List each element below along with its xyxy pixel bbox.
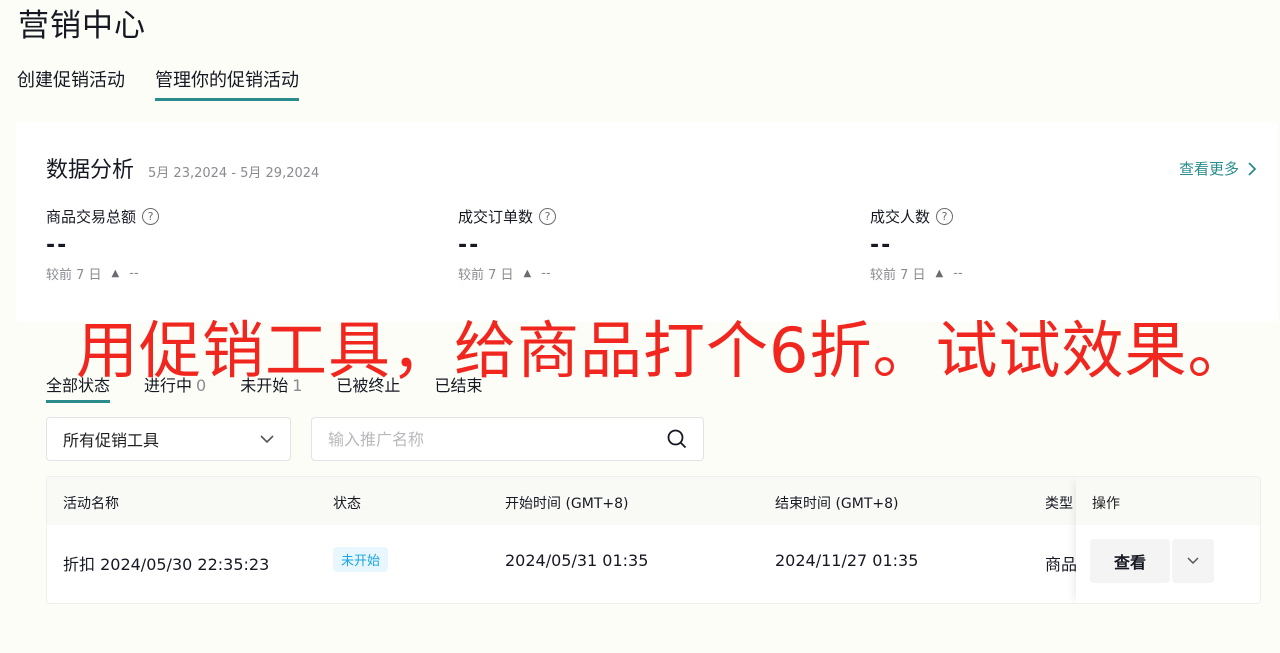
help-icon[interactable]: ? — [142, 208, 160, 225]
compare-label: 较前 7 日 — [870, 268, 926, 283]
cell-end: 2024/11/27 01:35 — [775, 551, 919, 570]
help-icon[interactable]: ? — [539, 208, 557, 225]
cell-name: 折扣 2024/05/30 22:35:23 — [63, 555, 270, 574]
col-header-type: 类型 — [1045, 496, 1073, 512]
promotion-table: 活动名称 状态 开始时间 (GMT+8) 结束时间 (GMT+8) 类型 折扣 … — [46, 476, 1261, 604]
search-input[interactable] — [328, 429, 667, 449]
tab-manage-promotions[interactable]: 管理你的促销活动 — [155, 66, 299, 101]
compare-label: 较前 7 日 — [46, 268, 102, 283]
metric-change: -- — [129, 266, 139, 281]
cell-start: 2024/05/31 01:35 — [505, 551, 649, 570]
chevron-right-icon — [1248, 161, 1256, 176]
overlay-caption: 用促销工具，给商品打个6折。试试效果。 — [76, 314, 1251, 387]
view-more-link[interactable]: 查看更多 — [1179, 158, 1256, 179]
arrow-up-icon: ▲ — [935, 268, 944, 279]
action-column: 操作 查看 — [1076, 477, 1260, 603]
col-header-action: 操作 — [1092, 496, 1120, 512]
metric-label: 成交人数 — [870, 208, 931, 226]
metric-buyers: 成交人数? -- 较前 7 日 ▲ -- — [870, 206, 1250, 283]
analytics-title: 数据分析 — [46, 158, 135, 183]
top-tabs: 创建促销活动 管理你的促销活动 — [17, 66, 299, 101]
help-icon[interactable]: ? — [936, 208, 954, 225]
view-more-label: 查看更多 — [1178, 160, 1239, 178]
promotion-tool-select[interactable]: 所有促销工具 — [46, 417, 291, 461]
status-badge: 未开始 — [333, 547, 389, 572]
arrow-up-icon: ▲ — [111, 268, 120, 279]
analytics-date-range: 5月 23,2024 - 5月 29,2024 — [148, 166, 320, 181]
metric-value: -- — [46, 233, 69, 258]
select-value: 所有促销工具 — [63, 431, 160, 450]
search-icon[interactable] — [667, 429, 687, 449]
analytics-card: 数据分析 5月 23,2024 - 5月 29,2024 查看更多 商品交易总额… — [16, 122, 1278, 322]
arrow-up-icon: ▲ — [523, 268, 532, 279]
metric-gmv: 商品交易总额? -- 较前 7 日 ▲ -- — [46, 206, 426, 283]
metric-value: -- — [458, 233, 481, 258]
search-box — [311, 417, 704, 461]
col-header-status: 状态 — [333, 496, 361, 512]
col-header-name: 活动名称 — [63, 496, 119, 512]
cell-type: 商品 — [1045, 555, 1078, 574]
compare-label: 较前 7 日 — [458, 268, 514, 283]
metric-label: 商品交易总额 — [46, 208, 137, 226]
chevron-down-icon — [260, 434, 274, 443]
metric-change: -- — [541, 266, 551, 281]
col-header-end: 结束时间 (GMT+8) — [775, 496, 899, 512]
metric-value: -- — [870, 233, 893, 258]
view-button[interactable]: 查看 — [1090, 539, 1170, 583]
metric-change: -- — [953, 266, 963, 281]
page-title: 营销中心 — [18, 8, 146, 44]
chevron-down-icon — [1187, 557, 1199, 565]
metric-label: 成交订单数 — [458, 208, 534, 226]
metric-orders: 成交订单数? -- 较前 7 日 ▲ -- — [458, 206, 838, 283]
tab-create-promotion[interactable]: 创建促销活动 — [17, 66, 125, 101]
col-header-start: 开始时间 (GMT+8) — [505, 496, 629, 512]
more-actions-button[interactable] — [1172, 539, 1214, 583]
